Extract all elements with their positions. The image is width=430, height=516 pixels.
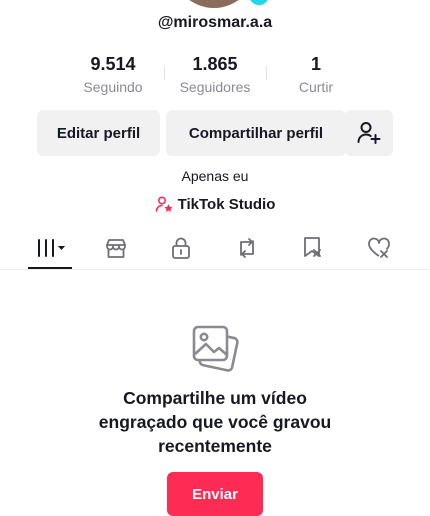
shop-icon: [106, 239, 126, 258]
tab-videos[interactable]: [28, 228, 72, 268]
empty-state-line: Compartilhe um vídeo: [123, 388, 307, 408]
profile-actions: Editar perfil Compartilhar perfil: [37, 110, 393, 156]
edit-profile-button[interactable]: Editar perfil: [37, 110, 160, 156]
tab-private[interactable]: [159, 228, 203, 268]
tab-shop[interactable]: [94, 228, 138, 268]
favorites-icon: [304, 237, 321, 257]
videos-grid-icon: [38, 239, 65, 257]
add-user-icon: [357, 122, 381, 144]
photos-icon: [192, 325, 239, 372]
stat-following[interactable]: 9.514 Seguindo: [63, 54, 163, 95]
avatar-add-badge[interactable]: [246, 0, 272, 8]
empty-state-message: Compartilhe um vídeo engraçado que você …: [0, 386, 430, 458]
share-profile-button[interactable]: Compartilhar perfil: [166, 110, 346, 156]
creator-icon: [155, 196, 173, 212]
profile-stats: 9.514 Seguindo 1.865 Seguidores 1 Curtir: [0, 54, 430, 98]
tab-reposts[interactable]: [225, 228, 269, 268]
tiktok-studio-label: TikTok Studio: [177, 195, 276, 213]
empty-state-line: engraçado que você gravou: [98, 412, 332, 432]
repost-icon: [240, 238, 254, 258]
tab-liked[interactable]: [357, 228, 401, 268]
profile-tabs: [0, 228, 430, 270]
stat-followers[interactable]: 1.865 Seguidores: [165, 54, 265, 95]
stat-followers-label: Seguidores: [179, 79, 251, 95]
stat-following-label: Seguindo: [83, 79, 143, 95]
tab-favorites[interactable]: [291, 228, 335, 268]
stat-following-value: 9.514: [90, 54, 136, 74]
lock-icon: [172, 237, 190, 259]
avatar-image: [172, 0, 256, 8]
empty-state-line: recentemente: [158, 436, 272, 456]
add-friend-button[interactable]: [345, 110, 393, 156]
username: @mirosmar.a.a: [157, 14, 273, 31]
tab-selected-indicator: [28, 267, 72, 269]
stat-likes[interactable]: 1 Curtir: [266, 54, 366, 95]
avatar[interactable]: [172, 0, 272, 8]
tiktok-studio-link[interactable]: TikTok Studio: [0, 195, 430, 213]
privacy-label: Apenas eu: [181, 168, 249, 184]
stat-followers-value: 1.865: [192, 54, 238, 74]
stat-likes-value: 1: [310, 54, 321, 74]
liked-icon: [368, 237, 390, 258]
stat-likes-label: Curtir: [298, 79, 334, 95]
upload-button[interactable]: Enviar: [167, 472, 263, 516]
